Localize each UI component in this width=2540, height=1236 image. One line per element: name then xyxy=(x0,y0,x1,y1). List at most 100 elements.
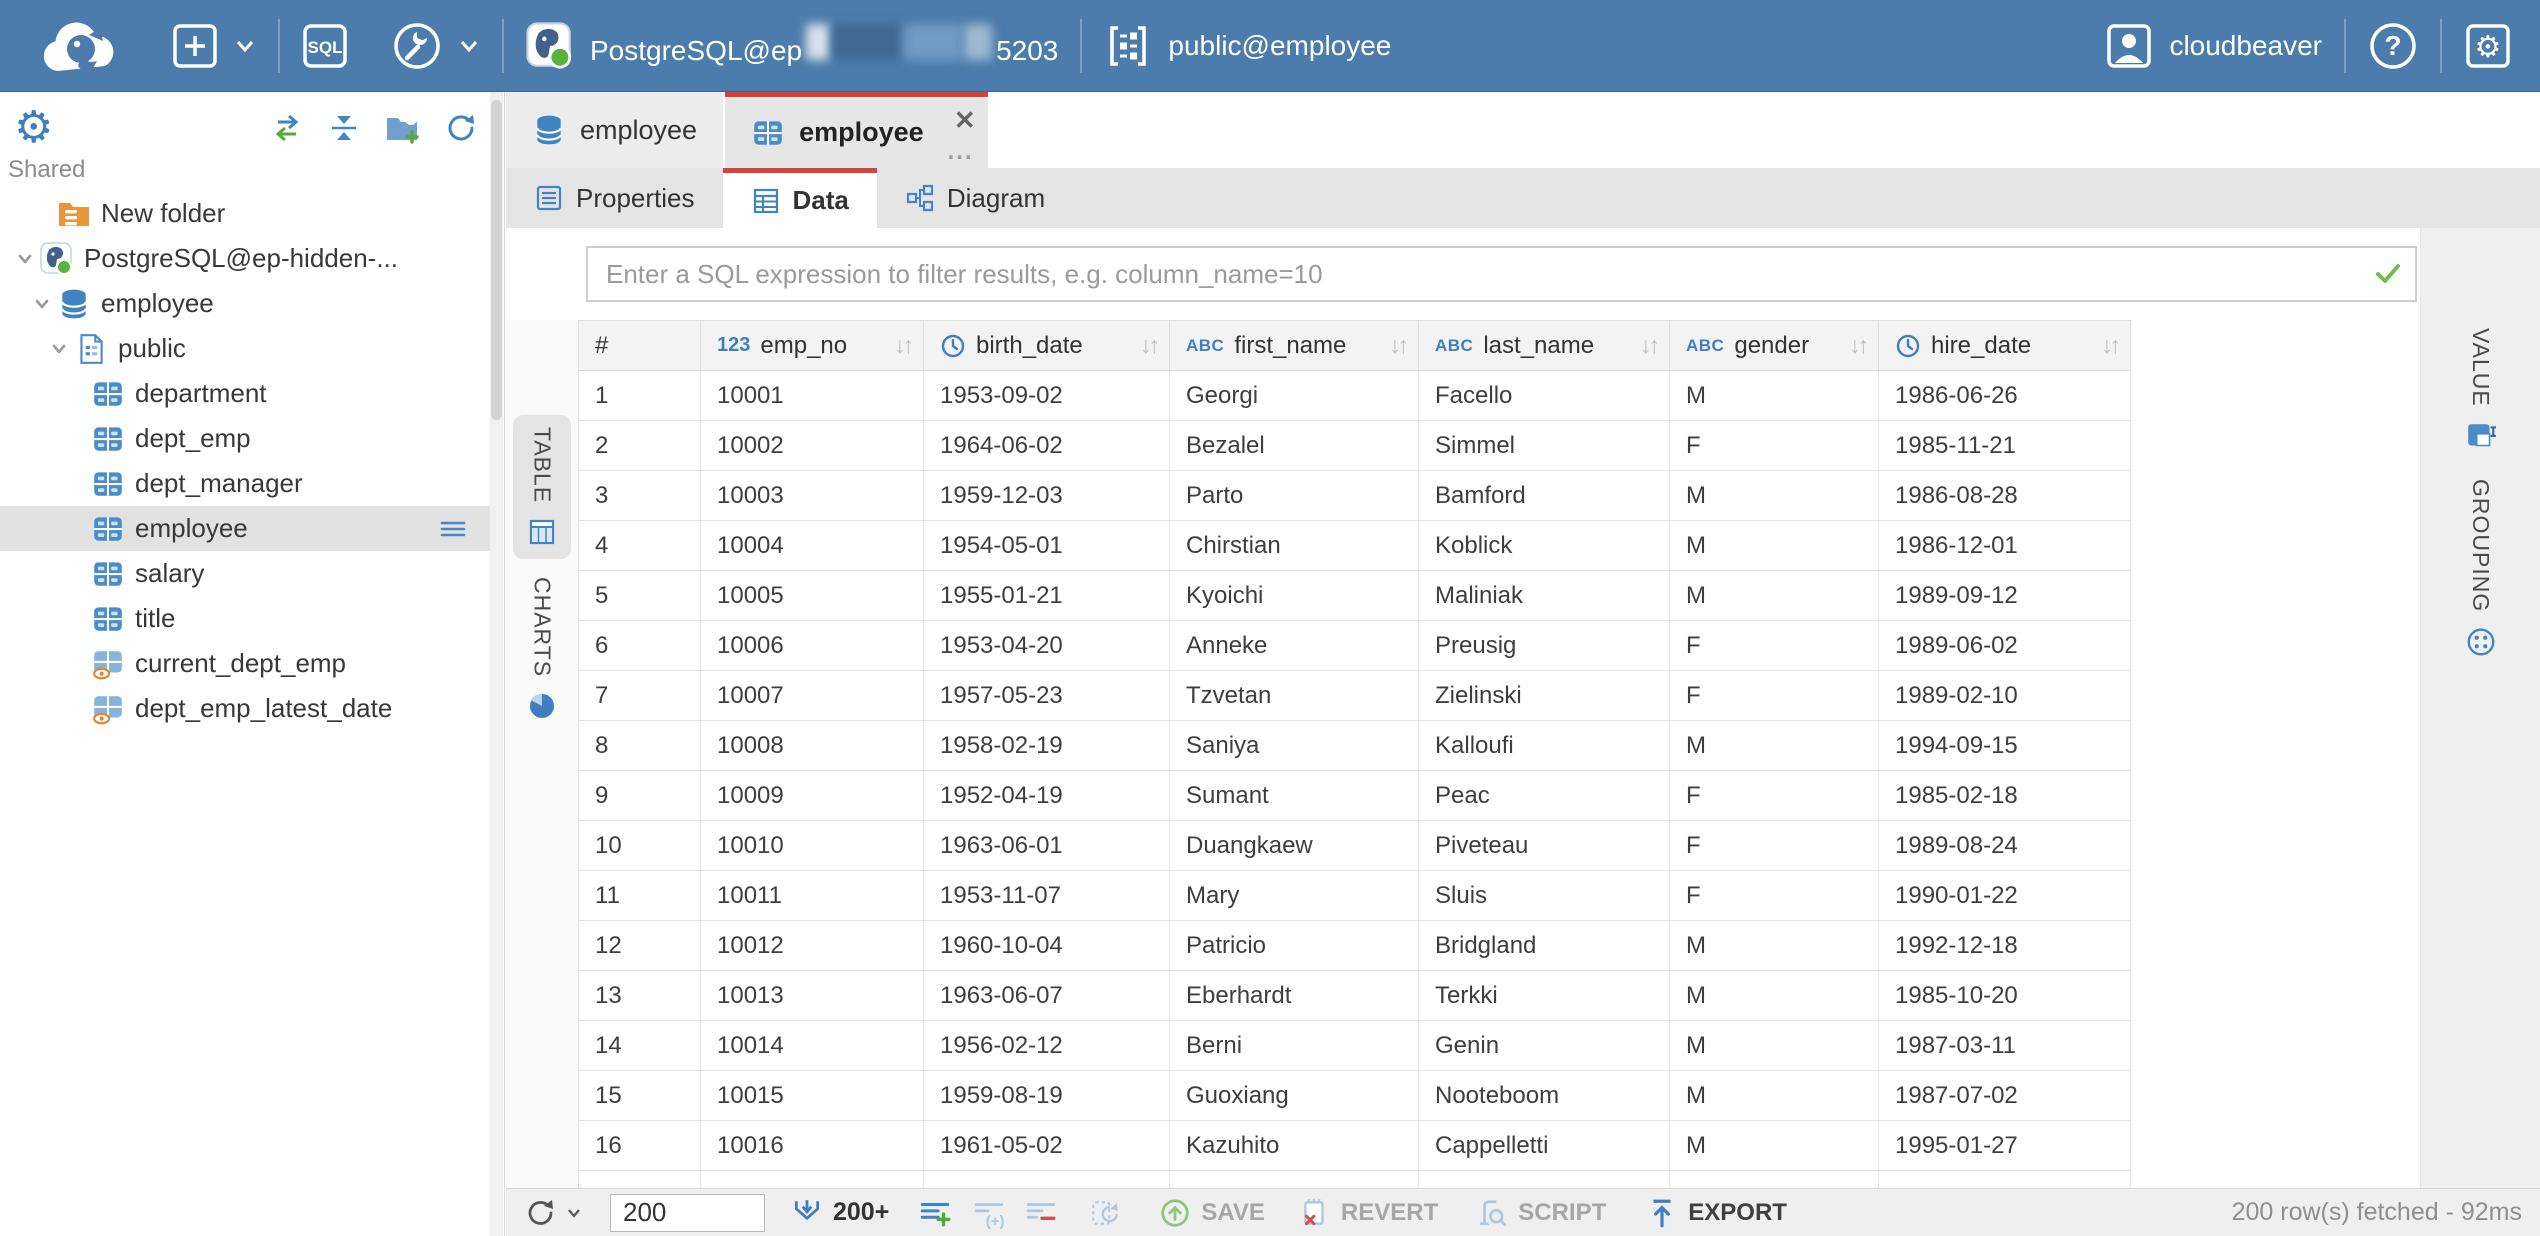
data-cell[interactable]: Georgi xyxy=(1170,371,1419,421)
data-cell[interactable]: Simmel xyxy=(1419,421,1670,471)
data-cell[interactable]: Sluis xyxy=(1419,871,1670,921)
node-menu-icon[interactable] xyxy=(438,514,468,544)
data-cell[interactable]: Duangkaew xyxy=(1170,821,1419,871)
data-cell[interactable]: Koblick xyxy=(1419,521,1670,571)
column-header-emp_no[interactable]: 123emp_no↓↑ xyxy=(701,321,924,371)
duplicate-row-button[interactable]: (+) xyxy=(973,1197,1005,1229)
tree-item-dept-emp[interactable]: dept_emp xyxy=(0,416,492,461)
data-cell[interactable]: Peac xyxy=(1419,771,1670,821)
tree-item-employee[interactable]: employee xyxy=(0,281,492,326)
data-cell[interactable]: Kazuhito xyxy=(1170,1121,1419,1171)
data-cell[interactable]: 1963-06-07 xyxy=(924,971,1170,1021)
row-number-cell[interactable]: 1 xyxy=(579,371,701,421)
data-cell[interactable]: Kalloufi xyxy=(1419,721,1670,771)
tree-item-dept-manager[interactable]: dept_manager xyxy=(0,461,492,506)
data-cell[interactable]: Parto xyxy=(1170,471,1419,521)
apply-filter-icon[interactable] xyxy=(2373,259,2403,289)
data-cell[interactable]: 1989-09-12 xyxy=(1879,571,2131,621)
row-number-cell[interactable]: 16 xyxy=(579,1121,701,1171)
tree-item-new-folder[interactable]: New folder xyxy=(0,191,492,236)
data-cell[interactable]: Bezalel xyxy=(1170,421,1419,471)
sql-filter-input[interactable] xyxy=(588,259,2373,290)
row-number-cell[interactable]: 9 xyxy=(579,771,701,821)
data-cell[interactable]: 10006 xyxy=(701,621,924,671)
fetch-more-button[interactable]: 200+ xyxy=(791,1197,889,1229)
sort-icon[interactable]: ↓↑ xyxy=(1140,332,1157,359)
data-cell[interactable]: F xyxy=(1670,421,1879,471)
data-cell[interactable]: 10003 xyxy=(701,471,924,521)
tab-properties[interactable]: Properties xyxy=(506,168,723,228)
data-cell[interactable]: 10009 xyxy=(701,771,924,821)
sort-icon[interactable]: ↓↑ xyxy=(1849,332,1866,359)
data-cell[interactable]: 1989-02-10 xyxy=(1879,671,2131,721)
grouping-panel-tab[interactable]: GROUPING xyxy=(2465,479,2497,658)
data-cell[interactable]: 10002 xyxy=(701,421,924,471)
data-cell[interactable]: M xyxy=(1670,1121,1879,1171)
data-cell[interactable]: Facello xyxy=(1419,371,1670,421)
sort-icon[interactable]: ↓↑ xyxy=(1640,332,1657,359)
user-menu[interactable]: cloudbeaver xyxy=(2083,0,2344,92)
data-cell[interactable]: 10013 xyxy=(701,971,924,1021)
chevron-expanded-icon[interactable] xyxy=(13,247,37,271)
data-cell[interactable]: 1995-01-27 xyxy=(1879,1121,2131,1171)
help-button[interactable]: ? xyxy=(2346,0,2440,92)
data-cell[interactable]: 1953-09-02 xyxy=(924,371,1170,421)
data-cell[interactable]: M xyxy=(1670,471,1879,521)
data-cell[interactable]: 1992-12-18 xyxy=(1879,921,2131,971)
data-cell[interactable]: 1952-04-19 xyxy=(924,771,1170,821)
collapse-all-icon[interactable] xyxy=(328,112,360,144)
sql-editor-button[interactable]: SQL xyxy=(280,0,370,92)
column-header-rownum[interactable]: # xyxy=(579,321,701,371)
tree-item-department[interactable]: department xyxy=(0,371,492,416)
data-cell[interactable]: Berni xyxy=(1170,1021,1419,1071)
schema-selector[interactable]: public@employee xyxy=(1082,0,1413,92)
data-cell[interactable]: 10016 xyxy=(701,1121,924,1171)
data-cell[interactable]: M xyxy=(1670,521,1879,571)
row-number-cell[interactable]: 8 xyxy=(579,721,701,771)
tree-item-postgresql-ep-hidden[interactable]: PostgreSQL@ep-hidden-... xyxy=(0,236,492,281)
data-cell[interactable]: M xyxy=(1670,571,1879,621)
data-cell[interactable]: 10004 xyxy=(701,521,924,571)
tree-item-dept-emp-latest-date[interactable]: dept_emp_latest_date xyxy=(0,686,492,731)
data-cell[interactable]: 1959-08-19 xyxy=(924,1071,1170,1121)
data-cell[interactable]: 10007 xyxy=(701,671,924,721)
data-cell[interactable]: 1953-04-20 xyxy=(924,621,1170,671)
tree-item-employee[interactable]: employee xyxy=(0,506,492,551)
chevron-expanded-icon[interactable] xyxy=(47,337,71,361)
sidebar-scrollbar[interactable] xyxy=(490,92,503,1236)
charts-presentation-tab[interactable]: CHARTS xyxy=(527,577,557,721)
data-cell[interactable]: F xyxy=(1670,621,1879,671)
tab-data[interactable]: Data xyxy=(723,168,877,228)
column-header-last_name[interactable]: ABClast_name↓↑ xyxy=(1419,321,1670,371)
data-cell[interactable]: 1963-06-01 xyxy=(924,821,1170,871)
tree-item-salary[interactable]: salary xyxy=(0,551,492,596)
row-number-cell[interactable]: 15 xyxy=(579,1071,701,1121)
data-cell[interactable]: F xyxy=(1670,671,1879,721)
app-logo[interactable] xyxy=(0,0,150,92)
data-cell[interactable]: Kyoichi xyxy=(1170,571,1419,621)
sort-icon[interactable]: ↓↑ xyxy=(2101,332,2118,359)
data-cell[interactable]: 1989-06-02 xyxy=(1879,621,2131,671)
data-cell[interactable]: Nooteboom xyxy=(1419,1071,1670,1121)
data-cell[interactable]: Bridgland xyxy=(1419,921,1670,971)
data-cell[interactable]: M xyxy=(1670,371,1879,421)
data-cell[interactable]: 1985-02-18 xyxy=(1879,771,2131,821)
row-number-cell[interactable]: 3 xyxy=(579,471,701,521)
data-cell[interactable]: Bamford xyxy=(1419,471,1670,521)
data-cell[interactable]: M xyxy=(1670,921,1879,971)
data-cell[interactable]: 1989-08-24 xyxy=(1879,821,2131,871)
new-folder-icon[interactable] xyxy=(384,110,420,146)
new-connection-button[interactable] xyxy=(150,0,278,92)
data-cell[interactable]: 1987-03-11 xyxy=(1879,1021,2131,1071)
scrollbar-thumb[interactable] xyxy=(491,100,502,420)
data-cell[interactable]: 1956-02-12 xyxy=(924,1021,1170,1071)
data-cell[interactable]: 1986-08-28 xyxy=(1879,471,2131,521)
data-cell[interactable]: Preusig xyxy=(1419,621,1670,671)
data-cell[interactable]: Tzvetan xyxy=(1170,671,1419,721)
connection-selector[interactable]: PostgreSQL@ep5203 xyxy=(504,0,1080,92)
data-cell[interactable]: Eberhardt xyxy=(1170,971,1419,1021)
data-cell[interactable]: 1985-11-21 xyxy=(1879,421,2131,471)
data-cell[interactable]: 1987-07-02 xyxy=(1879,1071,2131,1121)
apply-changes-button[interactable] xyxy=(1089,1197,1121,1229)
add-row-button[interactable] xyxy=(919,1197,951,1229)
